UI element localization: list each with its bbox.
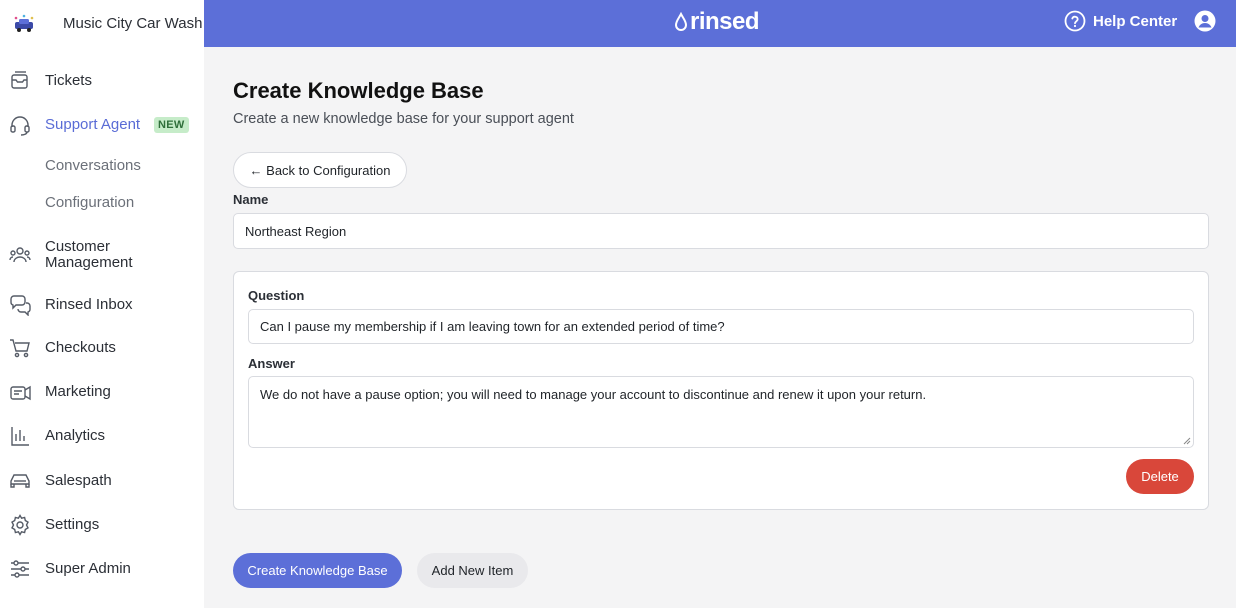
bar-chart-icon <box>9 425 31 447</box>
megaphone-icon <box>9 381 31 403</box>
sidebar-subitem-conversations[interactable]: Conversations <box>0 155 204 175</box>
answer-text: We do not have a pause option; you will … <box>260 387 927 402</box>
help-center-label: Help Center <box>1093 12 1178 30</box>
user-avatar-icon[interactable] <box>1194 10 1216 32</box>
sidebar-item-support-agent[interactable]: Support Agent NEW <box>0 114 204 136</box>
answer-label: Answer <box>248 356 295 371</box>
cart-icon <box>9 337 31 359</box>
knowledge-item-card: Question Can I pause my membership if I … <box>233 271 1209 510</box>
car-icon <box>9 470 31 492</box>
brand[interactable]: Music City Car Wash <box>0 0 204 47</box>
help-center-link[interactable]: Help Center <box>1064 10 1177 32</box>
create-knowledge-base-button[interactable]: Create Knowledge Base <box>233 553 402 588</box>
sidebar: Music City Car Wash Tickets Support Agen… <box>0 0 204 608</box>
users-icon <box>9 244 31 266</box>
sidebar-item-label: Checkouts <box>45 339 116 356</box>
ticket-icon <box>9 70 31 92</box>
sliders-icon <box>9 558 31 580</box>
sidebar-item-label-line2: Management <box>45 254 133 271</box>
new-badge: NEW <box>154 117 189 133</box>
sidebar-item-label: Settings <box>45 516 100 533</box>
gear-icon <box>9 514 31 536</box>
water-drop-icon <box>674 12 688 31</box>
sidebar-item-label: Tickets <box>45 72 92 89</box>
top-bar: rinsed Help Center <box>204 0 1236 47</box>
question-circle-icon <box>1064 10 1086 32</box>
sidebar-item-label: Super Admin <box>45 560 131 577</box>
sidebar-subitem-label: Configuration <box>45 194 135 211</box>
chat-bubbles-icon <box>9 294 31 317</box>
car-wash-logo-icon <box>12 14 36 34</box>
sidebar-subitem-configuration[interactable]: Configuration <box>0 192 204 212</box>
sidebar-item-salespath[interactable]: Salespath <box>0 470 204 492</box>
rinsed-logo[interactable]: rinsed <box>674 8 760 36</box>
sidebar-item-label: Analytics <box>45 427 106 444</box>
page-title: Create Knowledge Base <box>233 78 484 103</box>
name-input[interactable]: Northeast Region <box>233 213 1209 249</box>
sidebar-item-tickets[interactable]: Tickets <box>0 70 204 92</box>
headset-icon <box>9 114 31 136</box>
resize-handle-icon[interactable] <box>1183 437 1191 445</box>
question-input[interactable]: Can I pause my membership if I am leavin… <box>248 309 1194 344</box>
sidebar-item-label: Rinsed Inbox <box>45 296 133 313</box>
back-to-configuration-button[interactable]: ← Back to Configuration <box>233 152 407 188</box>
sidebar-item-marketing[interactable]: Marketing <box>0 381 204 403</box>
sidebar-item-checkouts[interactable]: Checkouts <box>0 337 204 359</box>
sidebar-item-settings[interactable]: Settings <box>0 514 204 536</box>
add-new-item-button[interactable]: Add New Item <box>417 553 528 588</box>
brand-name: Music City Car Wash <box>63 15 203 32</box>
sidebar-item-label-line1: Customer <box>45 238 111 255</box>
sidebar-item-super-admin[interactable]: Super Admin <box>0 558 204 580</box>
main-content: Create Knowledge Base Create a new knowl… <box>204 47 1236 608</box>
page-subtitle: Create a new knowledge base for your sup… <box>233 111 574 127</box>
delete-item-button[interactable]: Delete <box>1126 459 1194 494</box>
sidebar-item-customer-management[interactable]: Customer Management <box>0 238 204 272</box>
sidebar-subitem-label: Conversations <box>45 157 141 174</box>
sidebar-item-rinsed-inbox[interactable]: Rinsed Inbox <box>0 294 204 317</box>
name-label: Name <box>233 192 269 207</box>
sidebar-item-label: Salespath <box>45 472 112 489</box>
sidebar-item-label: Marketing <box>45 383 111 400</box>
answer-textarea[interactable]: We do not have a pause option; you will … <box>248 376 1194 448</box>
logo-text: rinsed <box>690 8 760 35</box>
sidebar-item-label: Support Agent <box>45 116 141 133</box>
sidebar-item-analytics[interactable]: Analytics <box>0 425 204 447</box>
question-label: Question <box>248 288 305 303</box>
